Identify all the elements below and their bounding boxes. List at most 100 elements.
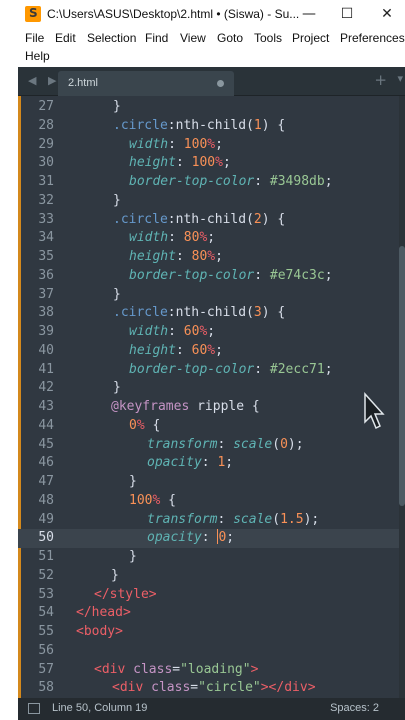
code-line[interactable]: 47 }	[18, 473, 405, 492]
token: ;	[215, 249, 223, 264]
minimize-button[interactable]: —	[298, 4, 320, 24]
scrollbar-thumb[interactable]	[399, 246, 405, 506]
line-code[interactable]: <div class="loading">	[94, 661, 258, 679]
token: style	[109, 586, 149, 602]
line-code[interactable]: </style>	[94, 586, 157, 604]
line-code[interactable]: 100% {	[129, 492, 176, 510]
code-line[interactable]: 29 width: 100%;	[18, 136, 405, 155]
menu-find[interactable]: Find	[145, 31, 168, 45]
menu-selection[interactable]: Selection	[87, 31, 136, 45]
line-code[interactable]: </head>	[76, 604, 131, 622]
token: }	[113, 99, 121, 114]
line-code[interactable]: height: 60%;	[129, 342, 223, 360]
code-line[interactable]: 58 <div class="circle"></div>	[18, 679, 405, 698]
line-code[interactable]: .circle:nth-child(3) {	[113, 304, 285, 322]
token: %	[207, 342, 216, 358]
line-code[interactable]: transform: scale(0);	[147, 436, 304, 454]
line-code[interactable]: <body>	[76, 623, 123, 641]
code-line[interactable]: 44 0% {	[18, 417, 405, 436]
menu-project[interactable]: Project	[292, 31, 329, 45]
code-line[interactable]: 51 }	[18, 548, 405, 567]
code-line[interactable]: 31 border-top-color: #3498db;	[18, 173, 405, 192]
line-code[interactable]: height: 80%;	[129, 248, 223, 266]
code-line[interactable]: 46 opacity: 1;	[18, 454, 405, 473]
tab-list-icon[interactable]: ▾	[397, 72, 403, 85]
line-number: 54	[38, 605, 54, 621]
code-line[interactable]: 52 }	[18, 567, 405, 586]
menu-tools[interactable]: Tools	[254, 31, 282, 45]
code-line[interactable]: 35 height: 80%;	[18, 248, 405, 267]
line-code[interactable]: border-top-color: #3498db;	[129, 173, 333, 191]
tab-2-html[interactable]: 2.html	[58, 71, 234, 96]
token: 100	[183, 136, 208, 152]
line-code[interactable]: }	[129, 473, 137, 491]
token: >	[122, 605, 131, 621]
line-code[interactable]: }	[113, 192, 121, 210]
line-code[interactable]: transform: scale(1.5);	[147, 511, 319, 529]
token: transform	[147, 511, 218, 527]
menu-edit[interactable]: Edit	[55, 31, 76, 45]
indentation-setting[interactable]: Spaces: 2	[330, 702, 379, 714]
code-line[interactable]: 41 border-top-color: #2ecc71;	[18, 361, 405, 380]
token: :	[175, 342, 192, 358]
code-line[interactable]: 55 <body>	[18, 623, 405, 642]
code-line[interactable]: 30 height: 100%;	[18, 154, 405, 173]
line-code[interactable]: border-top-color: #e74c3c;	[129, 267, 333, 285]
menu-preferences[interactable]: Preferences	[340, 31, 405, 45]
line-code[interactable]: }	[113, 286, 121, 304]
code-line[interactable]: 27 }	[18, 98, 405, 117]
code-line[interactable]: 53 </style>	[18, 586, 405, 605]
tab-nav-arrows[interactable]: ◀ ▶	[28, 74, 60, 87]
line-code[interactable]: .circle:nth-child(1) {	[113, 117, 285, 135]
code-line[interactable]: 42 }	[18, 379, 405, 398]
code-line[interactable]: 40 height: 60%;	[18, 342, 405, 361]
maximize-button[interactable]: ☐	[336, 4, 358, 24]
line-code[interactable]: }	[129, 548, 137, 566]
code-line[interactable]: 32 }	[18, 192, 405, 211]
line-code[interactable]: <div class="circle"></div>	[112, 679, 316, 697]
code-line[interactable]: 48 100% {	[18, 492, 405, 511]
menu-goto[interactable]: Goto	[217, 31, 243, 45]
token: 0	[280, 436, 288, 452]
code-line[interactable]: 39 width: 60%;	[18, 323, 405, 342]
line-code[interactable]: opacity: 1;	[147, 454, 233, 472]
line-code[interactable]: .circle:nth-child(2) {	[113, 211, 285, 229]
menu-help[interactable]: Help	[25, 49, 50, 63]
vertical-scrollbar[interactable]	[399, 96, 405, 698]
code-line[interactable]: 28 .circle:nth-child(1) {	[18, 117, 405, 136]
line-code[interactable]: @keyframes ripple {	[111, 398, 260, 416]
line-code[interactable]: border-top-color: #2ecc71;	[129, 361, 333, 379]
code-line[interactable]: 34 width: 80%;	[18, 229, 405, 248]
line-code[interactable]: }	[111, 567, 119, 585]
line-code[interactable]: }	[113, 98, 121, 116]
code-editor[interactable]: 27 } 28 .circle:nth-child(1) { 29 width:…	[18, 96, 405, 698]
new-tab-icon[interactable]: +	[374, 71, 387, 89]
code-line[interactable]: 33 .circle:nth-child(2) {	[18, 211, 405, 230]
line-number: 49	[38, 511, 54, 527]
line-code[interactable]: width: 100%;	[129, 136, 223, 154]
line-code[interactable]: width: 80%;	[129, 229, 215, 247]
token: ) {	[261, 117, 286, 133]
cursor-position[interactable]: Line 50, Column 19	[52, 702, 147, 714]
code-line[interactable]: 57 <div class="loading">	[18, 661, 405, 680]
panel-toggle-icon[interactable]	[28, 703, 40, 714]
code-line[interactable]: 49 transform: scale(1.5);	[18, 511, 405, 530]
code-line-current[interactable]: 50 opacity: 0;	[18, 529, 405, 548]
line-code[interactable]: 0% {	[129, 417, 160, 435]
line-code[interactable]: height: 100%;	[129, 154, 231, 172]
menu-file[interactable]: File	[25, 31, 44, 45]
code-line[interactable]: 43 @keyframes ripple {	[18, 398, 405, 417]
unsaved-dot-icon[interactable]	[217, 80, 224, 87]
token: :	[201, 455, 218, 471]
code-line[interactable]: 36 border-top-color: #e74c3c;	[18, 267, 405, 286]
code-line[interactable]: 45 transform: scale(0);	[18, 436, 405, 455]
line-code[interactable]: }	[113, 379, 121, 397]
menu-view[interactable]: View	[180, 31, 206, 45]
code-line[interactable]: 38 .circle:nth-child(3) {	[18, 304, 405, 323]
code-line[interactable]: 54 </head>	[18, 604, 405, 623]
code-line[interactable]: 37 }	[18, 286, 405, 305]
close-button[interactable]: ✕	[376, 4, 398, 24]
line-code[interactable]: opacity: 0;	[147, 529, 234, 547]
code-line[interactable]: 56	[18, 642, 405, 661]
line-code[interactable]: width: 60%;	[129, 323, 215, 341]
